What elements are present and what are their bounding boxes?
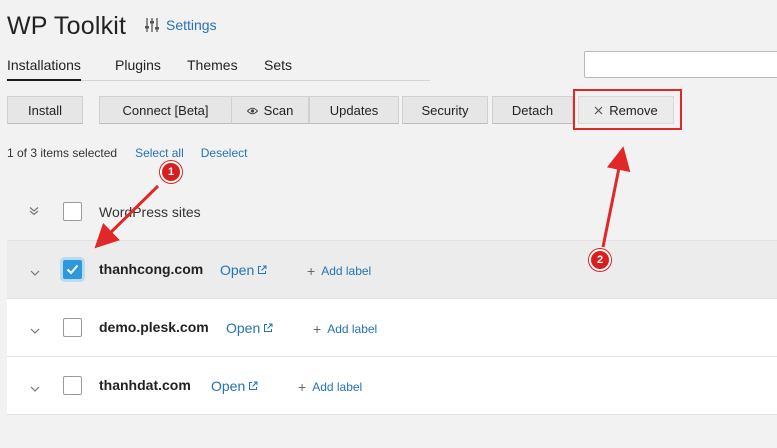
- selection-count: 1 of 3 items selected: [7, 146, 118, 160]
- page-title: WP Toolkit: [7, 12, 127, 40]
- external-link-icon: [248, 378, 258, 394]
- annotation-badge-2: 2: [589, 249, 611, 271]
- plus-icon: +: [307, 263, 316, 279]
- add-label-button[interactable]: + Add label: [298, 379, 362, 395]
- external-link-icon: [263, 320, 273, 336]
- detach-button[interactable]: Detach: [492, 96, 573, 124]
- add-label-button[interactable]: + Add label: [307, 263, 371, 279]
- open-link[interactable]: Open: [226, 320, 273, 336]
- site-row-demo-plesk: demo.plesk.com Open + Add label: [7, 299, 777, 357]
- open-link[interactable]: Open: [211, 378, 258, 394]
- external-link-icon: [257, 262, 267, 278]
- tab-plugins[interactable]: Plugins: [115, 56, 161, 79]
- updates-button[interactable]: Updates: [309, 96, 399, 124]
- connect-button[interactable]: Connect [Beta]: [99, 96, 232, 124]
- tab-themes[interactable]: Themes: [187, 56, 238, 79]
- chevron-down-icon[interactable]: [30, 323, 40, 337]
- double-chevron-icon[interactable]: [29, 205, 39, 219]
- site-row-thanhcong: thanhcong.com Open + Add label: [7, 241, 777, 299]
- sliders-icon: [144, 17, 160, 33]
- eye-icon: [246, 103, 258, 118]
- select-all-checkbox[interactable]: [63, 202, 82, 221]
- site-checkbox[interactable]: [63, 318, 82, 337]
- tab-bar: Installations Plugins Themes Sets: [7, 56, 430, 81]
- site-checkbox[interactable]: [63, 260, 82, 279]
- plus-icon: +: [298, 379, 307, 395]
- settings-label: Settings: [166, 17, 217, 33]
- settings-link[interactable]: Settings: [144, 17, 217, 33]
- chevron-down-icon[interactable]: [30, 265, 40, 279]
- search-input[interactable]: [584, 51, 777, 78]
- select-all-link[interactable]: Select all: [135, 146, 184, 160]
- plus-icon: +: [313, 321, 322, 337]
- install-button[interactable]: Install: [7, 96, 83, 124]
- chevron-down-icon[interactable]: [30, 381, 40, 395]
- site-row-thanhdat: thanhdat.com Open + Add label: [7, 357, 777, 415]
- security-button[interactable]: Security: [402, 96, 488, 124]
- group-label: WordPress sites: [99, 204, 201, 220]
- site-name[interactable]: demo.plesk.com: [99, 319, 209, 335]
- scan-button[interactable]: Scan: [231, 96, 309, 124]
- selection-bar: 1 of 3 items selected Select all Deselec…: [7, 146, 247, 160]
- site-name[interactable]: thanhcong.com: [99, 261, 203, 277]
- remove-highlight-box: [573, 89, 682, 130]
- deselect-link[interactable]: Deselect: [201, 146, 248, 160]
- open-link[interactable]: Open: [220, 262, 267, 278]
- group-header: WordPress sites: [7, 190, 777, 241]
- add-label-button[interactable]: + Add label: [313, 321, 377, 337]
- site-checkbox[interactable]: [63, 376, 82, 395]
- site-name[interactable]: thanhdat.com: [99, 377, 191, 393]
- tab-installations[interactable]: Installations: [7, 56, 81, 81]
- annotation-badge-1: 1: [160, 161, 182, 183]
- tab-sets[interactable]: Sets: [264, 56, 292, 79]
